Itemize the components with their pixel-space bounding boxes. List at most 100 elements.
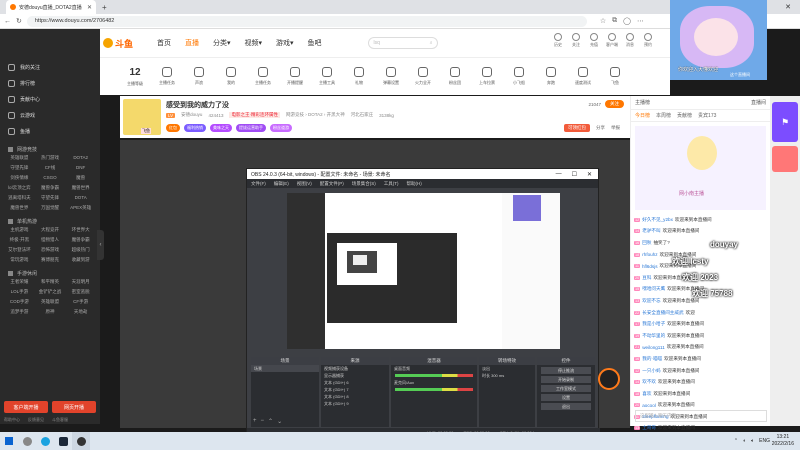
source-item[interactable]: 文本 (GDI+) 6 <box>321 379 389 386</box>
streamer-avatar[interactable]: 飞鱼 <box>123 99 161 135</box>
sidebar-category-link[interactable]: 怪物猎人 <box>35 237 66 243</box>
room-tag[interactable]: 福利热销 <box>184 124 206 132</box>
chat-message[interactable]: 19 不动华里的 欢迎来到本直播间 <box>634 330 767 342</box>
mic-audio-meter[interactable] <box>395 388 473 391</box>
close-tab-icon[interactable]: ✕ <box>87 4 92 11</box>
header-icon[interactable]: 历史 <box>552 33 564 48</box>
chat-message[interactable]: 21 weilong111 欢迎来到本直播间 <box>634 342 767 354</box>
sidebar-category-link[interactable]: 剑侠情缘 <box>4 175 35 181</box>
category-path[interactable]: 网游竞技 › DOTA2 › 开黑大神 <box>286 112 345 118</box>
toolbar-item[interactable]: 上车拉票 <box>474 67 500 86</box>
room-tag[interactable]: 粉丝道游 <box>270 124 292 132</box>
tab-week[interactable]: 本周榜 <box>656 112 671 119</box>
chat-username[interactable]: 豆科 <box>642 275 651 281</box>
obs-menu-item[interactable]: 文件(F) <box>251 181 266 187</box>
header-icon[interactable]: 客户端 <box>606 33 618 48</box>
obs-maximize-icon[interactable]: ☐ <box>572 171 577 178</box>
obs-menu-item[interactable]: 场景集合(S) <box>352 181 376 187</box>
nav-game[interactable]: 游戏▾ <box>276 38 294 48</box>
header-icon[interactable]: 消息 <box>624 33 636 48</box>
floating-ad-2[interactable] <box>772 146 798 172</box>
header-icon[interactable]: 关注 <box>570 33 582 48</box>
search-input[interactable]: lsq ⌕ <box>367 37 438 49</box>
obs-minimize-icon[interactable]: — <box>556 171 562 178</box>
toolbar-item[interactable]: 主播任务 <box>250 67 276 86</box>
chat-username[interactable]: hfl6dsjs <box>642 264 658 269</box>
chat-username[interactable]: weilong111 <box>642 345 665 350</box>
close-window-icon[interactable]: ✕ <box>776 0 800 14</box>
sidebar-category-link[interactable]: DNF <box>65 165 96 171</box>
sidebar-category-link[interactable]: 魔兽 <box>65 175 96 181</box>
sidebar-category-link[interactable]: 密室逃脱 <box>65 289 96 295</box>
tray-chevron-icon[interactable]: ⌃ <box>734 438 738 444</box>
header-icon[interactable]: 预约 <box>642 33 654 48</box>
chat-message[interactable]: 12 好久不见_y2bx 欢迎来到本直播间 <box>634 214 767 226</box>
chat-message[interactable]: 16 回秋 抽奖了? <box>634 237 767 249</box>
sidebar-item-contrib[interactable]: 贡献中心 <box>0 91 100 107</box>
chat-username[interactable]: 一只小蚂 <box>642 368 660 374</box>
report-button[interactable]: 举报 <box>611 125 620 131</box>
toolbar-item[interactable]: 礼物 <box>346 67 372 86</box>
sidebar-category-link[interactable]: 万国觉醒 <box>35 205 66 211</box>
sidebar-category-link[interactable]: DOTA2 <box>65 155 96 161</box>
refresh-icon[interactable]: ↻ <box>16 17 22 25</box>
sidebar-item-yubo[interactable]: 鱼播 <box>0 123 100 139</box>
red-packet-button[interactable]: 可领红包 <box>564 124 590 132</box>
chat-message[interactable]: 17 我是小哈子 欢迎来到本直播间 <box>634 318 767 330</box>
obs-control-button[interactable]: 开始录制 <box>541 376 591 383</box>
chat-message[interactable]: 16 我的·喵喵 欢迎来到本直播间 <box>634 353 767 365</box>
toolbar-item[interactable]: 小飞船 <box>506 67 532 86</box>
sidebar-category-link[interactable]: 收藏到游 <box>65 257 96 263</box>
obs-menu-item[interactable]: 配置文件(P) <box>320 181 344 187</box>
extensions-icon[interactable]: ⧉ <box>612 17 617 25</box>
anchor-banner[interactable]: 网小南主播 <box>635 126 766 210</box>
chat-message[interactable]: 11 hfl6dsjs 欢迎来到本直播间 <box>634 260 767 272</box>
sidebar-category-link[interactable]: 魔兽世界 <box>65 185 96 191</box>
sidebar-category-link[interactable]: COD手游 <box>4 299 35 305</box>
chat-username[interactable]: 欢迎不忘 <box>642 298 660 304</box>
tab-today[interactable]: 今日榜 <box>635 112 650 119</box>
sidebar-category-link[interactable]: 恐怖游戏 <box>35 247 66 253</box>
edge-icon[interactable] <box>36 432 54 450</box>
streamer-name[interactable]: 安德douyu <box>181 112 202 118</box>
obs-control-button[interactable]: 设置 <box>541 394 591 401</box>
chat-message[interactable]: 20 豆科 欢迎来到本直播间 <box>634 272 767 284</box>
chat-message[interactable]: 18 rhfouhz 欢迎来到本直播间 <box>634 249 767 261</box>
taskbar-clock[interactable]: 13:21 2022/2/16 <box>772 434 794 448</box>
service-link[interactable]: 斗鱼客服 <box>52 417 68 423</box>
obs-menu-item[interactable]: 视图(V) <box>297 181 312 187</box>
volume-icon[interactable]: 🔈︎ <box>751 438 754 444</box>
nav-yuba[interactable]: 鱼吧 <box>308 38 322 48</box>
add-icon[interactable]: + <box>253 418 257 425</box>
source-item[interactable]: 文本 (GDI+) 9 <box>321 400 389 407</box>
obs-menu-item[interactable]: 工具(T) <box>384 181 399 187</box>
obs-window[interactable]: OBS 24.0.3 (64-bit, windows) - 配置文件: 未命名… <box>246 168 600 438</box>
sidebar-category-link[interactable]: 天地劫 <box>65 309 96 315</box>
desktop-audio-meter[interactable] <box>395 374 473 377</box>
obs-control-button[interactable]: 退出 <box>541 403 591 410</box>
room-tag[interactable]: 红包 <box>166 124 180 132</box>
back-icon[interactable]: ← <box>4 18 11 25</box>
sidebar-category-link[interactable]: 天涯明月 <box>65 279 96 285</box>
sidebar-category-link[interactable]: CSGO <box>35 175 66 181</box>
toolbar-item[interactable]: 弹幕设置 <box>378 67 404 86</box>
sidebar-category-link[interactable]: 英雄联盟 <box>35 299 66 305</box>
chat-message[interactable]: 12 一只小蚂 欢迎来到本直播间 <box>634 365 767 377</box>
chat-username[interactable]: 我的·喵喵 <box>642 356 662 362</box>
chat-username[interactable]: 长安全直播间主威武 <box>642 310 683 316</box>
floating-record-icon[interactable] <box>598 368 620 390</box>
chat-message[interactable]: 13 欢迎不忘 欢迎来到本直播间 <box>634 295 767 307</box>
nav-live[interactable]: 直播 <box>185 38 199 48</box>
new-tab-icon[interactable]: + <box>102 3 107 12</box>
sidebar-category-link[interactable]: 热门游戏 <box>35 155 66 161</box>
sidebar-item-rank[interactable]: 排行榜 <box>0 75 100 91</box>
sidebar-category-link[interactable]: LOL手游 <box>4 289 35 295</box>
help-link[interactable]: 帮助中心 <box>4 417 20 423</box>
anchor-level[interactable]: 12 主播等级 <box>122 67 148 87</box>
sidebar-category-link[interactable]: 魔兽世界 <box>4 205 35 211</box>
obs-preview[interactable] <box>287 193 560 349</box>
toolbar-item[interactable]: 声浪 <box>186 67 212 86</box>
sidebar-collapse-handle[interactable]: ‹ <box>97 230 104 260</box>
source-item[interactable]: 文本 (GDI+) 8 <box>321 393 389 400</box>
sidebar-category-link[interactable]: 英雄联盟 <box>4 155 35 161</box>
